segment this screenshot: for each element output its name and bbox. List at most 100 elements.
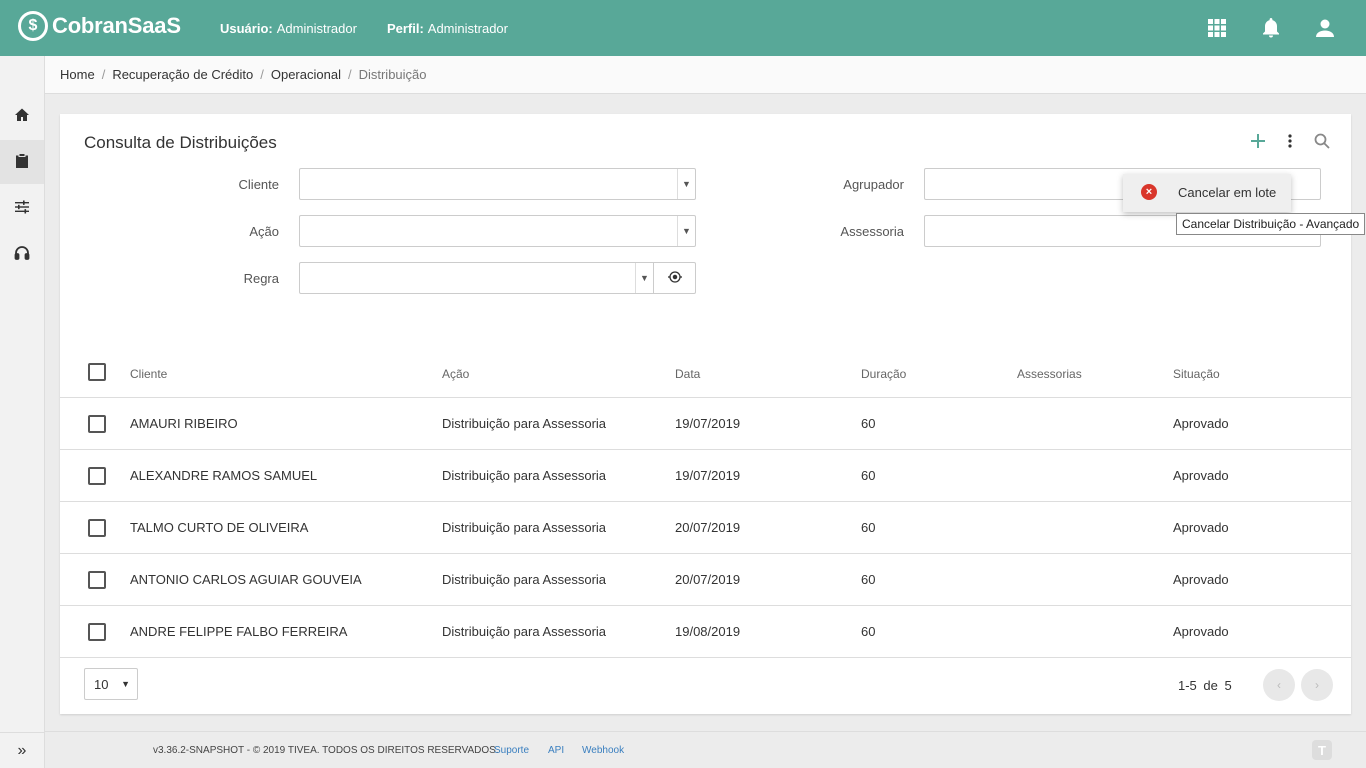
- pagination-of: de: [1203, 678, 1218, 693]
- table-row[interactable]: ANTONIO CARLOS AGUIAR GOUVEIA Distribuiç…: [60, 554, 1351, 606]
- page-title: Consulta de Distribuições: [84, 133, 277, 152]
- cell-situacao: Aprovado: [1173, 624, 1229, 639]
- bell-icon[interactable]: [1259, 16, 1283, 40]
- sidebar-item-operations[interactable]: [0, 140, 44, 184]
- rule-target-button[interactable]: [654, 262, 696, 294]
- breadcrumb-credit-recovery[interactable]: Recuperação de Crédito: [112, 67, 253, 82]
- cell-situacao: Aprovado: [1173, 520, 1229, 535]
- cell-situacao: Aprovado: [1173, 572, 1229, 587]
- footer: v3.36.2-SNAPSHOT - © 2019 TIVEA. TODOS O…: [45, 731, 1366, 768]
- sidebar-item-home[interactable]: [0, 94, 44, 138]
- brand-logo[interactable]: $ CobranSaaS: [18, 11, 181, 41]
- breadcrumb-home[interactable]: Home: [60, 67, 95, 82]
- acao-label: Ação: [249, 224, 279, 239]
- breadcrumb-separator: /: [260, 67, 264, 82]
- table-row[interactable]: ANDRE FELIPPE FALBO FERREIRA Distribuiçã…: [60, 606, 1351, 658]
- cell-acao: Distribuição para Assessoria: [442, 468, 607, 483]
- row-checkbox[interactable]: [88, 623, 106, 641]
- cell-duracao: 60: [861, 520, 876, 535]
- row-checkbox[interactable]: [88, 519, 106, 537]
- breadcrumb-separator: /: [347, 67, 352, 82]
- user-icon[interactable]: [1313, 16, 1337, 40]
- cell-data: 20/07/2019: [675, 520, 741, 535]
- cell-acao: Distribuição para Assessoria: [442, 572, 607, 587]
- card-actions: [1249, 130, 1331, 152]
- cell-data: 20/07/2019: [675, 572, 741, 587]
- chevron-down-icon[interactable]: ▼: [677, 169, 695, 199]
- add-icon[interactable]: [1249, 130, 1267, 152]
- cell-data: 19/07/2019: [675, 416, 741, 431]
- row-checkbox[interactable]: [88, 415, 106, 433]
- top-bar: $ CobranSaaS Usuário: Administrador Perfi…: [0, 0, 1366, 56]
- table-row[interactable]: AMAURI RIBEIRO Distribuição para Assesso…: [60, 398, 1351, 450]
- select-all-checkbox[interactable]: [88, 363, 106, 381]
- cell-cliente: TALMO CURTO DE OLIVEIRA: [130, 520, 309, 535]
- table-header: Cliente Ação Data Duração Assessorias Si…: [60, 350, 1351, 398]
- cell-duracao: 60: [861, 624, 876, 639]
- column-header-assessorias[interactable]: Assessorias: [1017, 367, 1082, 381]
- cell-acao: Distribuição para Assessoria: [442, 416, 607, 431]
- cell-cliente: ANDRE FELIPPE FALBO FERREIRA: [130, 624, 348, 639]
- column-header-situacao[interactable]: Situação: [1173, 367, 1220, 381]
- pagination-range: 1-5: [1178, 678, 1197, 693]
- column-header-acao[interactable]: Ação: [442, 367, 469, 381]
- column-header-cliente[interactable]: Cliente: [130, 367, 167, 381]
- sliders-icon: [14, 199, 30, 218]
- cell-situacao: Aprovado: [1173, 468, 1229, 483]
- cell-data: 19/08/2019: [675, 624, 741, 639]
- cell-data: 19/07/2019: [675, 468, 741, 483]
- breadcrumb-operational[interactable]: Operacional: [271, 67, 341, 82]
- breadcrumb-distribution: Distribuição: [358, 67, 427, 82]
- footer-link-webhook[interactable]: Webhook: [582, 745, 624, 756]
- chevron-down-icon: ▼: [121, 679, 130, 689]
- cancel-circle-icon: ×: [1141, 184, 1157, 200]
- footer-link-api[interactable]: API: [548, 745, 564, 756]
- acao-select[interactable]: ▼: [299, 215, 696, 247]
- regra-label: Regra: [243, 271, 279, 286]
- sidebar-item-settings[interactable]: [0, 186, 44, 230]
- breadcrumb: Home / Recuperação de Crédito / Operacio…: [45, 56, 1366, 94]
- assessoria-label: Assessoria: [840, 224, 904, 239]
- logo-icon: $: [18, 11, 48, 41]
- cliente-select[interactable]: ▼: [299, 168, 696, 200]
- table-row[interactable]: ALEXANDRE RAMOS SAMUEL Distribuição para…: [60, 450, 1351, 502]
- regra-select[interactable]: ▼: [299, 262, 654, 294]
- cell-cliente: AMAURI RIBEIRO: [130, 416, 238, 431]
- chevron-down-icon[interactable]: ▼: [677, 216, 695, 246]
- cell-situacao: Aprovado: [1173, 416, 1229, 431]
- pagination-info: 1-5 de 5: [1178, 678, 1232, 693]
- more-vertical-icon[interactable]: [1281, 130, 1299, 152]
- page-size-select[interactable]: 10 ▼: [84, 668, 138, 700]
- menu-item-cancel-batch[interactable]: × Cancelar em lote: [1123, 174, 1291, 212]
- cell-duracao: 60: [861, 572, 876, 587]
- sidebar: »: [0, 56, 45, 768]
- sidebar-item-support[interactable]: [0, 232, 44, 276]
- column-header-data[interactable]: Data: [675, 367, 700, 381]
- breadcrumb-separator: /: [101, 67, 106, 82]
- sidebar-expand-button[interactable]: »: [0, 732, 44, 768]
- previous-page-button[interactable]: ‹: [1263, 669, 1295, 701]
- target-icon: [667, 270, 682, 287]
- column-header-duracao[interactable]: Duração: [861, 367, 906, 381]
- apps-grid-icon[interactable]: [1205, 16, 1229, 40]
- footer-link-support[interactable]: Suporte: [494, 745, 529, 756]
- tooltip: Cancelar Distribuição - Avançado: [1176, 213, 1366, 235]
- cell-duracao: 60: [861, 416, 876, 431]
- cliente-label: Cliente: [238, 177, 279, 192]
- search-icon[interactable]: [1313, 130, 1331, 152]
- chevron-left-icon: ‹: [1277, 678, 1281, 692]
- user-info-profile: Perfil: Administrador: [386, 21, 508, 36]
- cell-acao: Distribuição para Assessoria: [442, 624, 607, 639]
- cell-cliente: ANTONIO CARLOS AGUIAR GOUVEIA: [130, 572, 362, 587]
- user-info: Usuário: Administrador Perfil: Administrad…: [220, 21, 508, 36]
- tivea-logo: T: [1312, 740, 1332, 760]
- actions-menu: × Cancelar em lote: [1123, 174, 1291, 212]
- row-checkbox[interactable]: [88, 467, 106, 485]
- chevron-down-icon[interactable]: ▼: [635, 263, 653, 293]
- brand-name: CobranSaaS: [52, 13, 181, 38]
- table-row[interactable]: TALMO CURTO DE OLIVEIRA Distribuição par…: [60, 502, 1351, 554]
- cell-acao: Distribuição para Assessoria: [442, 520, 607, 535]
- row-checkbox[interactable]: [88, 571, 106, 589]
- cell-duracao: 60: [861, 468, 876, 483]
- next-page-button[interactable]: ›: [1301, 669, 1333, 701]
